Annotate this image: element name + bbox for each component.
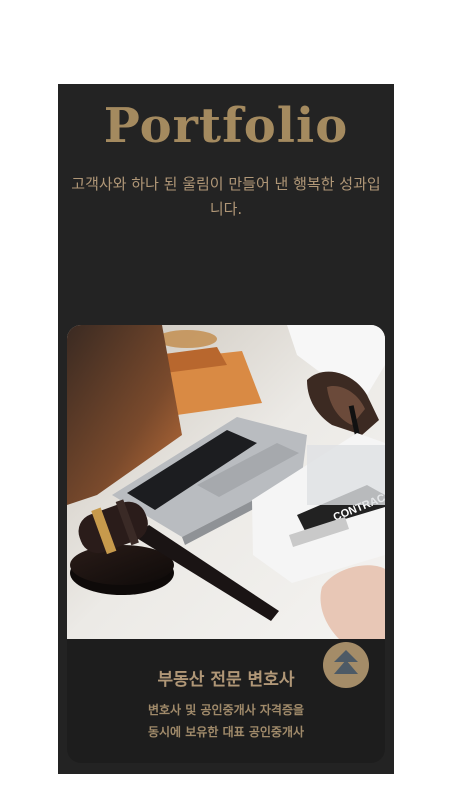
card-description-line: 변호사 및 공인중개사 자격증을 [147,703,305,717]
portfolio-section: Portfolio 고객사와 하나 된 울림이 만들어 낸 행복한 성과입니다. [58,84,394,774]
lawyer-desk-photo: CONTRACT [67,325,385,639]
portfolio-title: Portfolio [103,98,349,154]
portfolio-card[interactable]: CONTRACT 부동산 전문 변호사 변호사 및 공인중개사 자격증을 동시에… [67,325,385,763]
portfolio-subtitle: 고객사와 하나 된 울림이 만들어 낸 행복한 성과입니다. [71,175,381,218]
card-description: 변호사 및 공인중개사 자격증을 동시에 보유한 대표 공인중개사 [67,699,385,743]
double-chevron-up-icon [334,650,358,674]
card-description-line: 동시에 보유한 대표 공인중개사 [147,725,305,739]
scroll-to-top-button[interactable] [323,642,369,688]
